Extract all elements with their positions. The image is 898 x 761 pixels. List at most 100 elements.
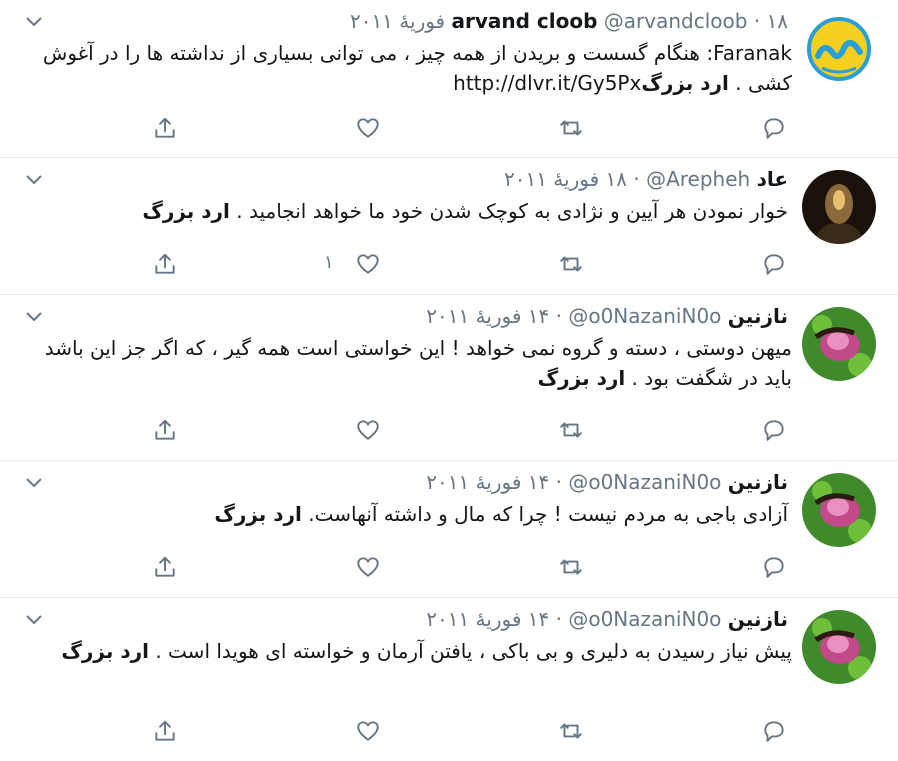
reply-button[interactable] [759, 716, 789, 746]
author-name[interactable]: نازنین [728, 470, 788, 494]
tweet-actions: ۱ [0, 249, 898, 279]
tweet[interactable]: نازنین @o0NazaniN0o · ۱۴ فوریهٔ ۲۰۱۱ میه… [0, 295, 898, 461]
tweet-header: arvand cloob @arvandcloob · ۱۸ فوریهٔ ۲۰… [20, 6, 788, 36]
tweet-text: Faranak: هنگام گسست و بریدن از همه چیز ،… [22, 38, 792, 98]
user-photo-icon [802, 610, 876, 684]
tweet-header: نازنین @o0NazaniN0o · ۱۴ فوریهٔ ۲۰۱۱ [20, 604, 788, 634]
tweet-feed: arvand cloob @arvandcloob · ۱۸ فوریهٔ ۲۰… [0, 0, 898, 761]
tweet[interactable]: نازنین @o0NazaniN0o · ۱۴ فوریهٔ ۲۰۱۱ آزا… [0, 461, 898, 598]
avatar[interactable] [802, 610, 876, 684]
reply-button[interactable] [759, 249, 789, 279]
tweet[interactable]: عاد @Arepheh · ۱۸ فوریهٔ ۲۰۱۱ خوار نمودن… [0, 158, 898, 295]
reply-icon [764, 254, 784, 275]
hashtag-bold: ارد بزرگ [214, 502, 302, 526]
tweet-date[interactable]: ۱۸ فوریهٔ ۲۰۱۱ [504, 167, 627, 191]
like-button[interactable] [353, 113, 383, 143]
author-handle[interactable]: @o0NazaniN0o [568, 304, 721, 328]
retweet-icon [560, 559, 582, 575]
separator-dot: · [555, 304, 562, 328]
tweet-content: نازنین @o0NazaniN0o · ۱۴ فوریهٔ ۲۰۱۱ آزا… [20, 467, 788, 529]
heart-icon [357, 254, 379, 274]
tweet-content: arvand cloob @arvandcloob · ۱۸ فوریهٔ ۲۰… [20, 6, 792, 98]
share-icon [155, 117, 175, 138]
hashtag-bold: ارد بزرگ [142, 199, 230, 223]
tweet[interactable]: arvand cloob @arvandcloob · ۱۸ فوریهٔ ۲۰… [0, 0, 898, 158]
separator-dot: · [633, 167, 640, 191]
reply-icon [764, 420, 784, 441]
tweet-header: نازنین @o0NazaniN0o · ۱۴ فوریهٔ ۲۰۱۱ [20, 467, 788, 497]
avatar[interactable] [802, 12, 876, 86]
user-photo-icon [802, 170, 876, 244]
retweet-icon [560, 256, 582, 272]
tweet-date[interactable]: ۱۴ فوریهٔ ۲۰۱۱ [426, 607, 549, 631]
tweet-actions [0, 113, 898, 143]
tweet-date[interactable]: ۱۴ فوریهٔ ۲۰۱۱ [426, 470, 549, 494]
retweet-button[interactable] [556, 113, 586, 143]
tweet-link[interactable]: http://dlvr.it/Gy5Px [447, 71, 641, 95]
retweet-button[interactable] [556, 415, 586, 445]
author-handle[interactable]: @Arepheh [646, 167, 750, 191]
share-button[interactable] [150, 249, 180, 279]
user-photo-icon [802, 473, 876, 547]
tweet-content: نازنین @o0NazaniN0o · ۱۴ فوریهٔ ۲۰۱۱ میه… [20, 301, 792, 393]
avatar[interactable] [802, 307, 876, 381]
user-photo-icon [802, 307, 876, 381]
tweet-header: عاد @Arepheh · ۱۸ فوریهٔ ۲۰۱۱ [20, 164, 788, 194]
tweet-date[interactable]: ۱۴ فوریهٔ ۲۰۱۱ [426, 304, 549, 328]
share-button[interactable] [150, 113, 180, 143]
heart-icon [357, 118, 379, 138]
separator-dot: · [555, 607, 562, 631]
author-handle[interactable]: @arvandcloob [604, 9, 748, 33]
reply-button[interactable] [759, 113, 789, 143]
share-button[interactable] [150, 552, 180, 582]
reply-icon [764, 557, 784, 578]
author-name[interactable]: نازنین [728, 304, 788, 328]
tweet-actions [0, 415, 898, 445]
share-button[interactable] [150, 716, 180, 746]
reply-button[interactable] [759, 552, 789, 582]
like-button[interactable] [353, 716, 383, 746]
hashtag-bold: ارد بزرگ [61, 639, 149, 663]
tweet-content: عاد @Arepheh · ۱۸ فوریهٔ ۲۰۱۱ خوار نمودن… [20, 164, 788, 226]
heart-icon [357, 721, 379, 741]
author-handle[interactable]: @o0NazaniN0o [568, 470, 721, 494]
hashtag-bold: ارد بزرگ [537, 366, 626, 390]
heart-icon [357, 420, 379, 440]
avatar[interactable] [802, 473, 876, 547]
hashtag-bold: ارد بزرگ [641, 71, 729, 95]
separator-dot: · [555, 470, 562, 494]
retweet-button[interactable] [556, 552, 586, 582]
tweet-text: آزادی باجی به مردم نیست ! چرا که مال و د… [20, 499, 788, 529]
tweet-content: نازنین @o0NazaniN0o · ۱۴ فوریهٔ ۲۰۱۱ پیش… [20, 604, 792, 666]
retweet-button[interactable] [556, 716, 586, 746]
author-handle[interactable]: @o0NazaniN0o [568, 607, 721, 631]
share-button[interactable] [150, 415, 180, 445]
reply-button[interactable] [759, 415, 789, 445]
author-name[interactable]: arvand cloob [451, 9, 597, 33]
retweet-icon [560, 422, 582, 438]
tweet-body: پیش نیاز رسیدن به دلیری و بی باکی ، یافت… [148, 639, 792, 663]
tweet-text: خوار نمودن هر آیین و نژادی به کوچک شدن خ… [20, 196, 788, 226]
share-icon [155, 253, 175, 274]
tweet[interactable]: نازنین @o0NazaniN0o · ۱۴ فوریهٔ ۲۰۱۱ پیش… [0, 598, 898, 761]
separator-dot: · [753, 9, 761, 33]
reply-icon [764, 721, 784, 742]
like-button[interactable] [353, 552, 383, 582]
author-name[interactable]: نازنین [728, 607, 788, 631]
heart-icon [357, 557, 379, 577]
share-icon [155, 419, 175, 440]
avatar[interactable] [802, 170, 876, 244]
tweet-actions [0, 552, 898, 582]
reply-icon [764, 118, 784, 139]
tweet-body: آزادی باجی به مردم نیست ! چرا که مال و د… [301, 502, 788, 526]
author-name[interactable]: عاد [757, 167, 788, 191]
tweet-text: میهن دوستی ، دسته و گروه نمی خواهد ! این… [22, 333, 792, 393]
tweet-body: میهن دوستی ، دسته و گروه نمی خواهد ! این… [44, 336, 792, 390]
tweet-actions [0, 716, 898, 746]
mention-text: Faranak [713, 41, 792, 65]
retweet-icon [560, 723, 582, 739]
like-button[interactable] [353, 249, 383, 279]
like-button[interactable] [353, 415, 383, 445]
retweet-button[interactable] [556, 249, 586, 279]
arvandcloob-logo-icon [802, 12, 876, 86]
